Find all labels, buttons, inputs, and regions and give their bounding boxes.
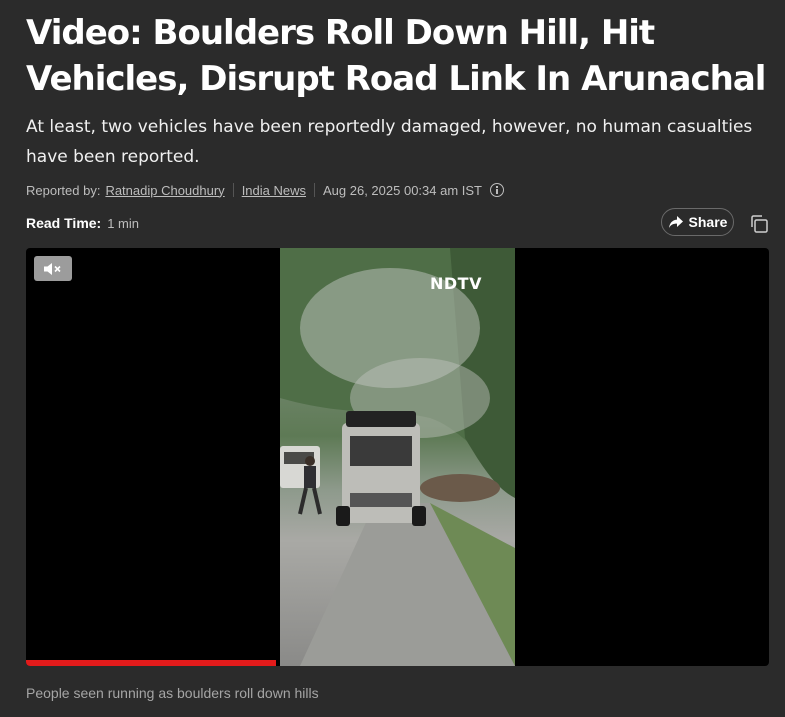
headline: Video: Boulders Roll Down Hill, Hit Vehi… <box>26 13 766 99</box>
article-meta: Reported by: Ratnadip Choudhury India Ne… <box>26 180 504 200</box>
read-time-label: Read Time: <box>26 215 102 231</box>
info-icon[interactable] <box>490 183 504 197</box>
copy-icon[interactable] <box>748 213 770 235</box>
volume-mute-icon <box>44 262 61 275</box>
subheadline: At least, two vehicles have been reporte… <box>26 117 753 167</box>
share-arrow-icon <box>668 216 683 228</box>
video-progress-bar[interactable] <box>26 660 276 666</box>
video-frame: NDTV <box>280 248 515 666</box>
timestamp: Aug 26, 2025 00:34 am IST <box>323 182 482 198</box>
share-label: Share <box>688 214 728 230</box>
ndtv-logo: NDTV <box>430 274 482 293</box>
video-player[interactable]: NDTV <box>26 248 769 666</box>
author-link[interactable]: Ratnadip Choudhury <box>105 183 224 198</box>
mute-button[interactable] <box>34 256 72 281</box>
divider <box>314 183 315 197</box>
read-time-value: 1 min <box>107 215 140 231</box>
read-time: Read Time: 1 min <box>26 214 139 232</box>
share-button[interactable]: Share <box>661 208 734 236</box>
video-scene <box>280 248 515 666</box>
divider <box>232 183 234 197</box>
category-link[interactable]: India News <box>242 183 306 198</box>
reported-by-label: Reported by: <box>26 182 101 198</box>
video-caption: People seen running as boulders roll dow… <box>26 685 319 701</box>
